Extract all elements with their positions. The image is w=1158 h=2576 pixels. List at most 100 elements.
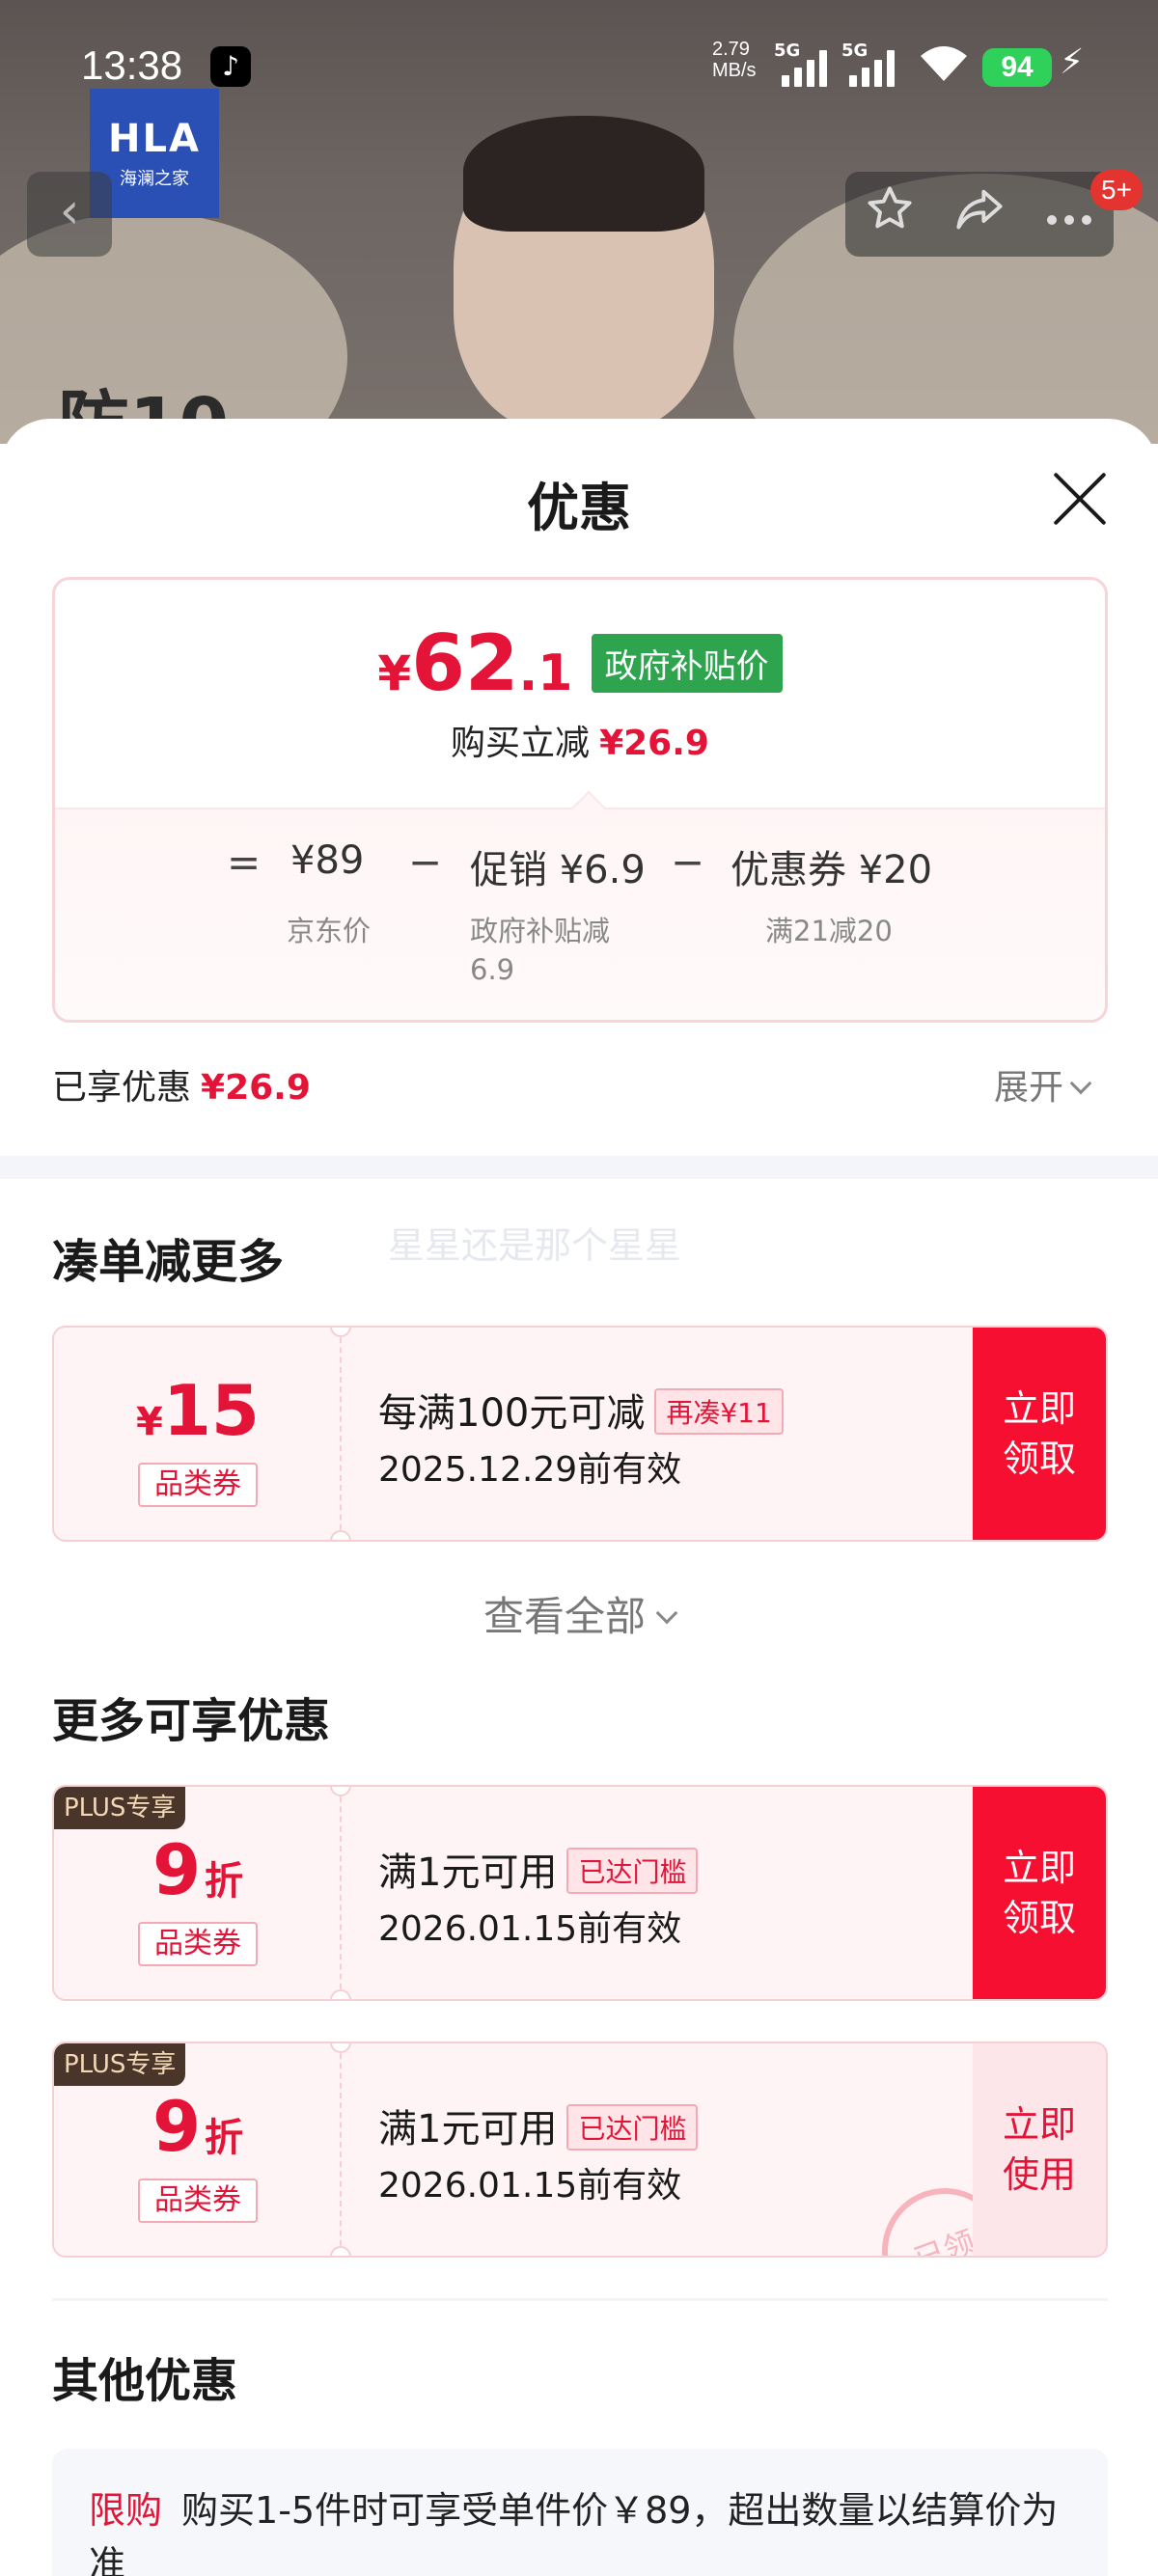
purchase-limit-label: 限购 — [89, 2489, 163, 2532]
coupon-tag: 再凑¥11 — [654, 1388, 784, 1435]
price-integer: 62 — [411, 618, 519, 708]
claim-label-2: 领取 — [1002, 1897, 1076, 1939]
coupon-description: 每满100元可减 再凑¥11 — [378, 1382, 784, 1439]
instant-discount-label: 购买立减 — [451, 724, 591, 763]
chevron-down-icon — [1069, 1072, 1092, 1095]
discount-sheet: 优惠 ¥62.1 政府补贴价 购买立减 ¥26.9 = ¥89 京东价 − 促销 … — [0, 419, 1158, 2576]
charging-icon: ⚡ — [1060, 42, 1085, 82]
coupon-amount-display: 9折 — [54, 1829, 342, 1910]
use-label-1: 立即 — [1002, 2103, 1076, 2146]
network-speed-value: 2.79 — [712, 39, 750, 60]
coupon-unit: 折 — [205, 1859, 244, 1904]
jd-price: ¥89 — [290, 838, 365, 883]
use-label-2: 使用 — [1002, 2153, 1076, 2196]
instant-discount: 购买立减 ¥26.9 — [55, 715, 1105, 765]
network-speed-unit: MB/s — [712, 60, 757, 81]
enjoyed-label: 已享优惠 — [52, 1068, 192, 1108]
coupon-amount: 9 — [152, 2086, 202, 2167]
gov-subsidy-tag: 政府补贴价 — [591, 634, 783, 693]
use-button[interactable]: 立即 使用 — [973, 2043, 1106, 2256]
price-currency: ¥ — [377, 645, 412, 701]
coupon-value: 9折 品类券 — [54, 1787, 342, 1999]
coupon-notch — [330, 2246, 351, 2256]
purchase-limit-text: 限购 购买1-5件时可享受单件价￥89，超出数量以结算价为准 — [89, 2483, 1063, 2576]
coupon-currency: ¥ — [135, 1400, 163, 1444]
back-button[interactable]: ‹ — [27, 172, 112, 257]
tiktok-icon: ♪ — [210, 46, 251, 87]
coupon-value: ¥15 品类券 — [54, 1328, 342, 1540]
coupon-card: ¥15 品类券 每满100元可减 再凑¥11 2025.12.29前有效 立即领取 — [52, 1326, 1108, 1542]
promo-amount: 促销 ¥6.9 — [470, 848, 646, 892]
claim-label-2: 领取 — [1002, 1438, 1076, 1480]
battery-icon: 94 — [982, 48, 1052, 87]
see-all-button[interactable]: 查看全部 — [0, 1584, 1158, 1643]
coupon-amount-display: 9折 — [54, 2086, 342, 2167]
expand-button[interactable]: 展开 — [994, 1059, 1092, 1110]
coupon-desc-text: 满1元可用 — [378, 2107, 558, 2151]
coupon-amount: 15 — [162, 1370, 261, 1451]
sheet-title: 优惠 — [527, 478, 631, 538]
coupon-desc-text: 每满100元可减 — [378, 1391, 646, 1436]
jd-price-caption: 京东价 — [287, 915, 372, 947]
chevron-down-icon — [655, 1602, 678, 1625]
claim-label-1: 立即 — [1002, 1847, 1076, 1889]
claim-button[interactable]: 立即 领取 — [973, 1328, 1106, 1540]
brand-logo-subtext: 海澜之家 — [120, 169, 189, 189]
coupon-tag: 已达门槛 — [566, 1848, 699, 1894]
coupon-tag: 已达门槛 — [566, 2104, 699, 2151]
price-card: ¥62.1 政府补贴价 购买立减 ¥26.9 = ¥89 京东价 − 促销 ¥6.… — [52, 577, 1108, 1023]
network-speed: 2.79 MB/s — [712, 39, 757, 81]
coupon-kind: 品类券 — [138, 1463, 258, 1507]
equals-sign: = — [227, 838, 262, 886]
brand-logo-text: HLA — [108, 117, 201, 161]
instant-discount-value: ¥26.9 — [599, 724, 709, 763]
chevron-left-icon: ‹ — [59, 182, 80, 240]
coupon-card: PLUS专享 9折 品类券 满1元可用 已达门槛 2026.01.15前有效 立即… — [52, 1785, 1108, 2001]
section-title-other: 其他优惠 — [52, 2354, 238, 2408]
coupon-unit: 折 — [205, 2116, 244, 2160]
coupon-validity: 2026.01.15前有效 — [378, 1909, 682, 1949]
coupon-validity: 2026.01.15前有效 — [378, 2166, 682, 2206]
coupon-description: 满1元可用 已达门槛 — [378, 1841, 699, 1898]
section-title-more: 凑单减更多 — [52, 1235, 285, 1289]
minus-sign: − — [671, 838, 705, 886]
coupon-notch — [330, 1530, 351, 1540]
signal-label: 5G — [841, 41, 868, 61]
signal-icon: 5G — [841, 41, 895, 87]
price-decimal: .1 — [518, 644, 573, 702]
coupon-kind: 品类券 — [138, 2179, 258, 2223]
nav-action-group — [845, 172, 1114, 257]
coupon-card: PLUS专享 9折 品类券 满1元可用 已达门槛 2026.01.15前有效 已领… — [52, 2042, 1108, 2258]
purchase-limit-box: 限购 购买1-5件时可享受单件价￥89，超出数量以结算价为准 — [52, 2449, 1108, 2576]
claim-button[interactable]: 立即 领取 — [973, 1787, 1106, 1999]
coupon-caption: 满21减20 — [765, 915, 893, 947]
promo-caption-line2: 6.9 — [470, 953, 515, 986]
status-time: 13:38 — [81, 42, 183, 88]
see-all-label: 查看全部 — [482, 1593, 646, 1640]
final-price: ¥62.1 — [377, 618, 572, 708]
promo-caption: 政府补贴减 6.9 — [470, 912, 610, 989]
signal-label: 5G — [774, 41, 801, 61]
wifi-icon — [917, 42, 971, 96]
coupon-kind: 品类券 — [138, 1922, 258, 1966]
star-icon[interactable] — [851, 183, 928, 245]
section-divider — [0, 1156, 1158, 1179]
share-icon[interactable] — [941, 183, 1018, 245]
watermark-text: 星星还是那个星星 — [388, 1224, 682, 1267]
section-title-enjoy: 更多可享优惠 — [52, 1694, 331, 1748]
status-bar: 13:38 ♪ 2.79 MB/s 5G 5G 94 ⚡ — [0, 0, 1158, 106]
enjoyed-discount: 已享优惠 ¥26.9 — [52, 1059, 311, 1110]
price-breakdown: = ¥89 京东价 − 促销 ¥6.9 政府补贴减 6.9 − 优惠券 ¥20 … — [55, 808, 1105, 1020]
coupon-desc-text: 满1元可用 — [378, 1850, 558, 1895]
coupon-description: 满1元可用 已达门槛 — [378, 2097, 699, 2154]
coupon-notch — [330, 1989, 351, 1999]
claim-label-1: 立即 — [1002, 1387, 1076, 1430]
coupon-amount: 9 — [152, 1829, 202, 1910]
purchase-limit-detail: 购买1-5件时可享受单件价￥89，超出数量以结算价为准 — [89, 2489, 1059, 2576]
promo-caption-line1: 政府补贴减 — [470, 915, 611, 947]
coupon-validity: 2025.12.29前有效 — [378, 1450, 682, 1490]
signal-icon: 5G — [774, 41, 827, 87]
coupon-value: 9折 品类券 — [54, 2043, 342, 2256]
model-hair — [463, 116, 704, 232]
close-icon[interactable] — [1050, 469, 1108, 527]
